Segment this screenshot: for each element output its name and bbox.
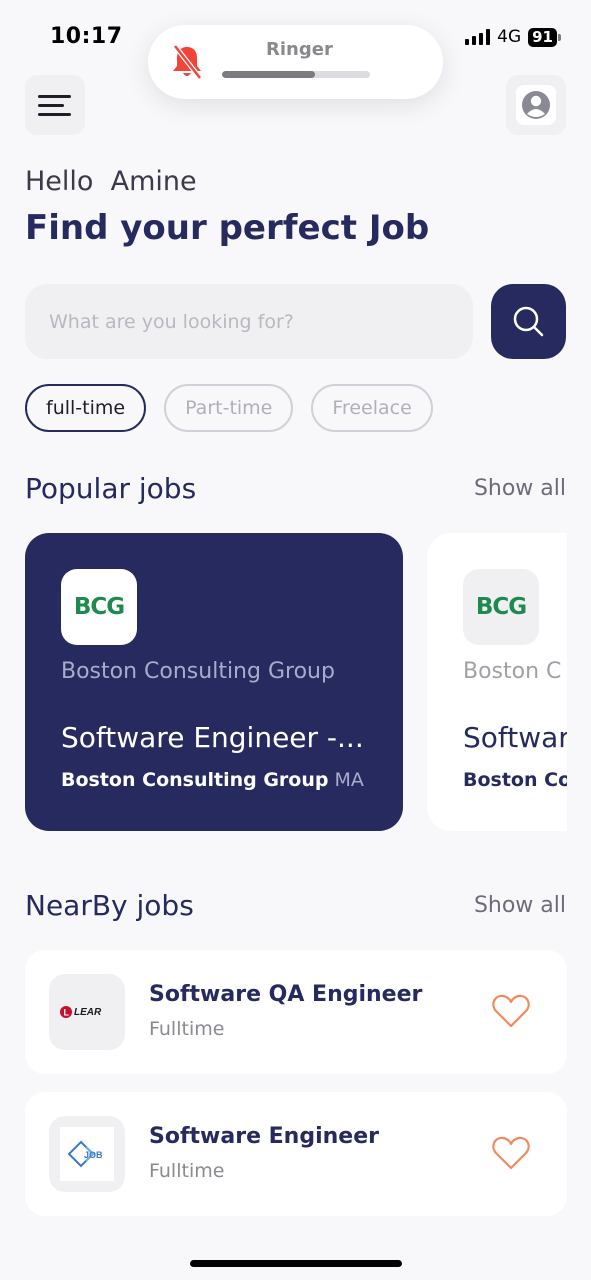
signal-icon bbox=[465, 29, 491, 45]
menu-button[interactable] bbox=[25, 75, 85, 135]
svg-text:L: L bbox=[64, 1008, 70, 1018]
company-logo: JOB bbox=[49, 1116, 125, 1192]
popular-jobs-carousel[interactable]: BCG Boston Consulting Group Software Eng… bbox=[25, 533, 567, 831]
card-job-title: Software Engineer -... bbox=[61, 721, 364, 754]
nearby-job-item[interactable]: L LEAR Software QA Engineer Fulltime bbox=[25, 950, 567, 1074]
card-location: Boston Co bbox=[463, 769, 567, 791]
ringer-label: Ringer bbox=[266, 39, 333, 60]
nearby-job-type: Fulltime bbox=[149, 1018, 225, 1040]
ringer-volume-bar[interactable] bbox=[222, 71, 370, 78]
card-job-title: Softwar bbox=[463, 721, 567, 754]
company-logo: L LEAR bbox=[49, 974, 125, 1050]
nearby-job-item[interactable]: JOB Software Engineer Fulltime bbox=[25, 1092, 567, 1216]
battery-level: 91 bbox=[528, 27, 557, 47]
search-field[interactable] bbox=[25, 284, 473, 359]
search-icon bbox=[513, 306, 544, 337]
lear-logo-icon: L LEAR bbox=[60, 1006, 102, 1018]
job-logo-icon: JOB bbox=[67, 1140, 103, 1168]
popular-job-card[interactable]: BCG Boston Consulting Group Software Eng… bbox=[25, 533, 403, 831]
search-button[interactable] bbox=[491, 284, 566, 359]
filter-chip-part-time[interactable]: Part-time bbox=[164, 384, 294, 432]
hamburger-icon bbox=[38, 95, 71, 98]
card-location: Boston Consulting Group MA bbox=[61, 769, 364, 791]
heart-icon[interactable] bbox=[491, 992, 531, 1030]
ringer-volume-fill bbox=[222, 71, 316, 78]
greeting-text: Hello Amine bbox=[25, 166, 197, 197]
popular-jobs-title: Popular jobs bbox=[25, 472, 197, 505]
svg-text:LEAR: LEAR bbox=[74, 1007, 102, 1018]
nearby-job-type: Fulltime bbox=[149, 1160, 225, 1182]
nearby-jobs-title: NearBy jobs bbox=[25, 889, 194, 922]
ringer-popup: Ringer bbox=[148, 25, 443, 99]
card-company-name: Boston Consulting Group bbox=[61, 659, 335, 684]
nearby-job-title: Software Engineer bbox=[149, 1124, 379, 1149]
card-location-company: Boston Co bbox=[463, 769, 567, 791]
network-label: 4G bbox=[497, 27, 522, 47]
company-logo: BCG bbox=[61, 569, 137, 645]
home-indicator[interactable] bbox=[190, 1260, 402, 1267]
company-logo: BCG bbox=[463, 569, 539, 645]
user-avatar-icon bbox=[522, 91, 550, 119]
nearby-show-all-link[interactable]: Show all bbox=[474, 893, 566, 918]
page-title: Find your perfect Job bbox=[25, 208, 430, 248]
search-input[interactable] bbox=[25, 284, 473, 359]
status-indicators: 4G 91 bbox=[465, 27, 561, 47]
card-location-state: MA bbox=[334, 769, 364, 791]
bcg-logo-text: BCG bbox=[475, 594, 527, 620]
profile-button[interactable] bbox=[506, 75, 566, 135]
bell-muted-icon bbox=[173, 44, 202, 80]
filter-chips: full-time Part-time Freelace bbox=[25, 384, 433, 432]
battery-icon: 91 bbox=[528, 27, 561, 47]
bcg-logo-text: BCG bbox=[73, 594, 125, 620]
svg-text:JOB: JOB bbox=[84, 1150, 103, 1160]
popular-job-card[interactable]: BCG Boston C Softwar Boston Co bbox=[427, 533, 567, 831]
card-company-name: Boston C bbox=[463, 659, 562, 684]
status-time: 10:17 bbox=[50, 24, 123, 49]
popular-show-all-link[interactable]: Show all bbox=[474, 476, 566, 501]
nearby-job-title: Software QA Engineer bbox=[149, 982, 423, 1007]
heart-icon[interactable] bbox=[491, 1134, 531, 1172]
card-location-company: Boston Consulting Group bbox=[61, 769, 329, 791]
filter-chip-full-time[interactable]: full-time bbox=[25, 384, 147, 432]
filter-chip-freelance[interactable]: Freelace bbox=[311, 384, 433, 432]
